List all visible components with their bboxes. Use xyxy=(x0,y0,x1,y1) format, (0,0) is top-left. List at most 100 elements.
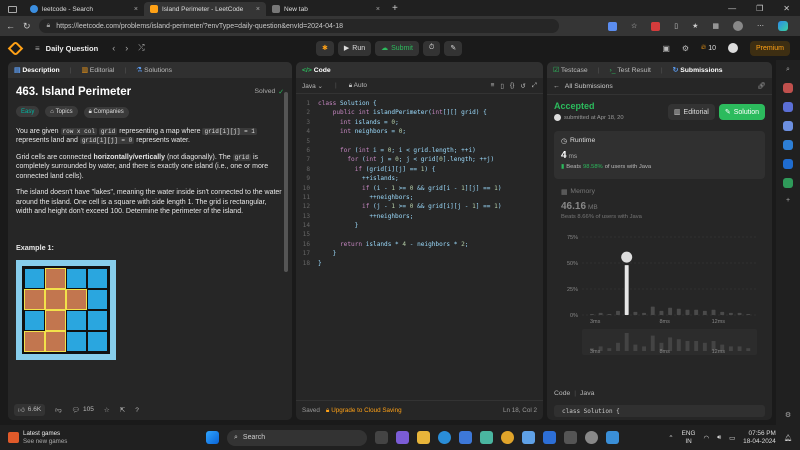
code-line[interactable]: 18} xyxy=(296,260,543,269)
app-icon[interactable] xyxy=(564,431,577,444)
favorite-icon[interactable]: ☆ xyxy=(631,22,637,30)
upgrade-link[interactable]: 🔒︎ Upgrade to Cloud Saving xyxy=(326,407,402,415)
app-icon[interactable] xyxy=(522,431,535,444)
timer-icon[interactable]: ⏱ xyxy=(422,40,441,56)
clock[interactable]: 07:56 PM 18-04-2024 xyxy=(743,430,776,446)
more-icon[interactable]: ⋯ xyxy=(757,22,764,30)
news-widget[interactable]: Latest games See new games xyxy=(0,430,180,446)
code-line[interactable]: 13 ++neighbors; xyxy=(296,213,543,222)
dislike-icon[interactable]: 👎︎ xyxy=(55,406,62,414)
copilot-icon[interactable] xyxy=(778,21,788,31)
url-field[interactable]: 🔒︎ https://leetcode.com/problems/island-… xyxy=(38,19,559,33)
code-line[interactable]: 15 xyxy=(296,231,543,240)
language-indicator[interactable]: ENG IN xyxy=(682,430,696,446)
gear-icon[interactable]: ⚙ xyxy=(785,411,791,419)
code-line[interactable]: 10 if (i - 1 >= 0 && grid[i - 1][j] == 1… xyxy=(296,185,543,194)
task-view-icon[interactable] xyxy=(375,431,388,444)
auto-mode[interactable]: 🔒︎ Auto xyxy=(349,82,367,90)
app-icon[interactable] xyxy=(585,431,598,444)
close-icon[interactable]: × xyxy=(376,6,380,13)
next-problem-icon[interactable]: › xyxy=(125,43,128,53)
format-icon[interactable]: ≡ xyxy=(491,82,495,90)
user-avatar[interactable] xyxy=(727,43,738,53)
editorial-button[interactable]: ▥ Editorial xyxy=(667,104,715,120)
prev-problem-icon[interactable]: ‹ xyxy=(112,43,115,53)
run-button[interactable]: ▶ Run xyxy=(337,40,372,56)
window-close-icon[interactable]: ✕ xyxy=(783,2,790,16)
submit-button[interactable]: ☁ Submit xyxy=(375,40,419,56)
reset-icon[interactable]: ↺ xyxy=(520,82,525,90)
scrollbar[interactable] xyxy=(284,92,288,272)
tab-testcase[interactable]: ☑ Testcase xyxy=(553,66,588,74)
edge-icon[interactable] xyxy=(438,431,451,444)
comments-button[interactable]: 💬︎ 105 xyxy=(72,406,94,414)
code-line[interactable]: 9 ++islands; xyxy=(296,175,543,184)
problem-title[interactable]: 463. Island Perimeter xyxy=(16,86,131,98)
wifi-icon[interactable]: ◠ xyxy=(704,434,710,442)
notes-icon[interactable]: ✎ xyxy=(444,40,463,56)
code-editor[interactable]: 1 class Solution {2 public int islandPeri… xyxy=(296,94,543,269)
battery-icon[interactable]: ▭ xyxy=(729,434,735,442)
file-explorer-icon[interactable] xyxy=(417,431,430,444)
help-icon[interactable]: ? xyxy=(135,407,139,414)
page-title[interactable]: Daily Question xyxy=(46,44,99,53)
new-tab-button[interactable]: + xyxy=(392,2,398,16)
fullscreen-icon[interactable]: ⤢ xyxy=(532,82,537,90)
streak-counter[interactable]: 🔥︎ 10 xyxy=(701,44,716,52)
outlook-icon[interactable] xyxy=(783,159,793,169)
language-select[interactable]: Java ⌄ xyxy=(302,82,323,90)
code-line[interactable]: 14 } xyxy=(296,222,543,231)
code-line[interactable]: 17 } xyxy=(296,250,543,259)
code-line[interactable]: 16 return islands * 4 - neighbors * 2; xyxy=(296,241,543,250)
tab-editorial[interactable]: ▥ Editorial xyxy=(81,66,114,74)
topics-button[interactable]: ⌂ Topics xyxy=(45,106,78,117)
code-line[interactable]: 8 if (grid[i][j] == 1) { xyxy=(296,166,543,175)
extension-icon[interactable] xyxy=(651,21,661,31)
runtime-distribution-chart[interactable]: 75% 50% 25% 0% 3ms 8ms 12ms 3ms 8ms 12ms xyxy=(552,229,763,359)
browser-tab-leetcode[interactable]: Island Perimeter - LeetCode × xyxy=(144,2,266,16)
code-line[interactable]: 6 for (int i = 0; i < grid.length; ++i) xyxy=(296,147,543,156)
chrome-icon[interactable] xyxy=(501,431,514,444)
add-icon[interactable]: + xyxy=(786,197,790,204)
split-screen-icon[interactable]: ▯ xyxy=(674,22,678,30)
code-line[interactable]: 1 class Solution { xyxy=(296,100,543,109)
shuffle-icon[interactable]: ⤮ xyxy=(138,43,144,53)
close-icon[interactable]: × xyxy=(256,6,260,13)
tab-solutions[interactable]: ⚗ Solutions xyxy=(136,66,172,74)
tab-code[interactable]: </> Code xyxy=(302,67,331,74)
app-icon[interactable] xyxy=(480,431,493,444)
code-line[interactable]: 2 public int islandPerimeter(int[][] gri… xyxy=(296,109,543,118)
maximize-icon[interactable]: ❐ xyxy=(756,2,763,16)
app-icon[interactable] xyxy=(543,431,556,444)
code-line[interactable]: 3 int islands = 0; xyxy=(296,119,543,128)
back-arrow-icon[interactable]: ← xyxy=(553,83,560,90)
office-icon[interactable] xyxy=(783,140,793,150)
leetcode-logo[interactable] xyxy=(7,40,24,56)
companies-button[interactable]: 🔒︎ Companies xyxy=(83,106,129,118)
code-line[interactable]: 7 for (int j = 0; j < grid[0].length; ++… xyxy=(296,156,543,165)
memory-card[interactable]: ▦ Memory 46.16 MB Beats 8.66% of users wi… xyxy=(554,179,765,229)
shopping-icon[interactable] xyxy=(783,83,793,93)
braces-icon[interactable]: {} xyxy=(510,82,514,90)
close-icon[interactable]: × xyxy=(134,6,138,13)
solution-button[interactable]: ✎ Solution xyxy=(718,104,765,120)
collections-icon[interactable]: ▦ xyxy=(712,22,719,30)
browser-tab-search[interactable]: leetcode - Search × xyxy=(24,2,144,16)
gear-icon[interactable]: ⚙ xyxy=(682,44,689,53)
drop-icon[interactable] xyxy=(783,178,793,188)
volume-icon[interactable]: 🔊︎ xyxy=(717,434,721,442)
taskbar-search[interactable]: ⌕ Search xyxy=(227,429,367,446)
copilot-icon[interactable] xyxy=(396,431,409,444)
tab-submissions[interactable]: ↻ Submissions xyxy=(673,66,723,74)
problem-list-icon[interactable]: ≡ xyxy=(35,44,40,53)
minimize-icon[interactable]: — xyxy=(728,2,736,16)
games-icon[interactable] xyxy=(783,121,793,131)
notifications-icon[interactable]: 🔔︎ xyxy=(784,434,792,442)
like-button[interactable]: 👍︎ 6.6K xyxy=(14,404,46,416)
share-icon[interactable]: ⇱ xyxy=(120,406,125,414)
code-line[interactable]: 4 int neighbors = 0; xyxy=(296,128,543,137)
search-icon[interactable]: ⌕ xyxy=(786,66,790,74)
code-line[interactable]: 11 ++neighbors; xyxy=(296,194,543,203)
tools-icon[interactable] xyxy=(783,102,793,112)
star-icon[interactable]: ☆ xyxy=(104,406,110,414)
